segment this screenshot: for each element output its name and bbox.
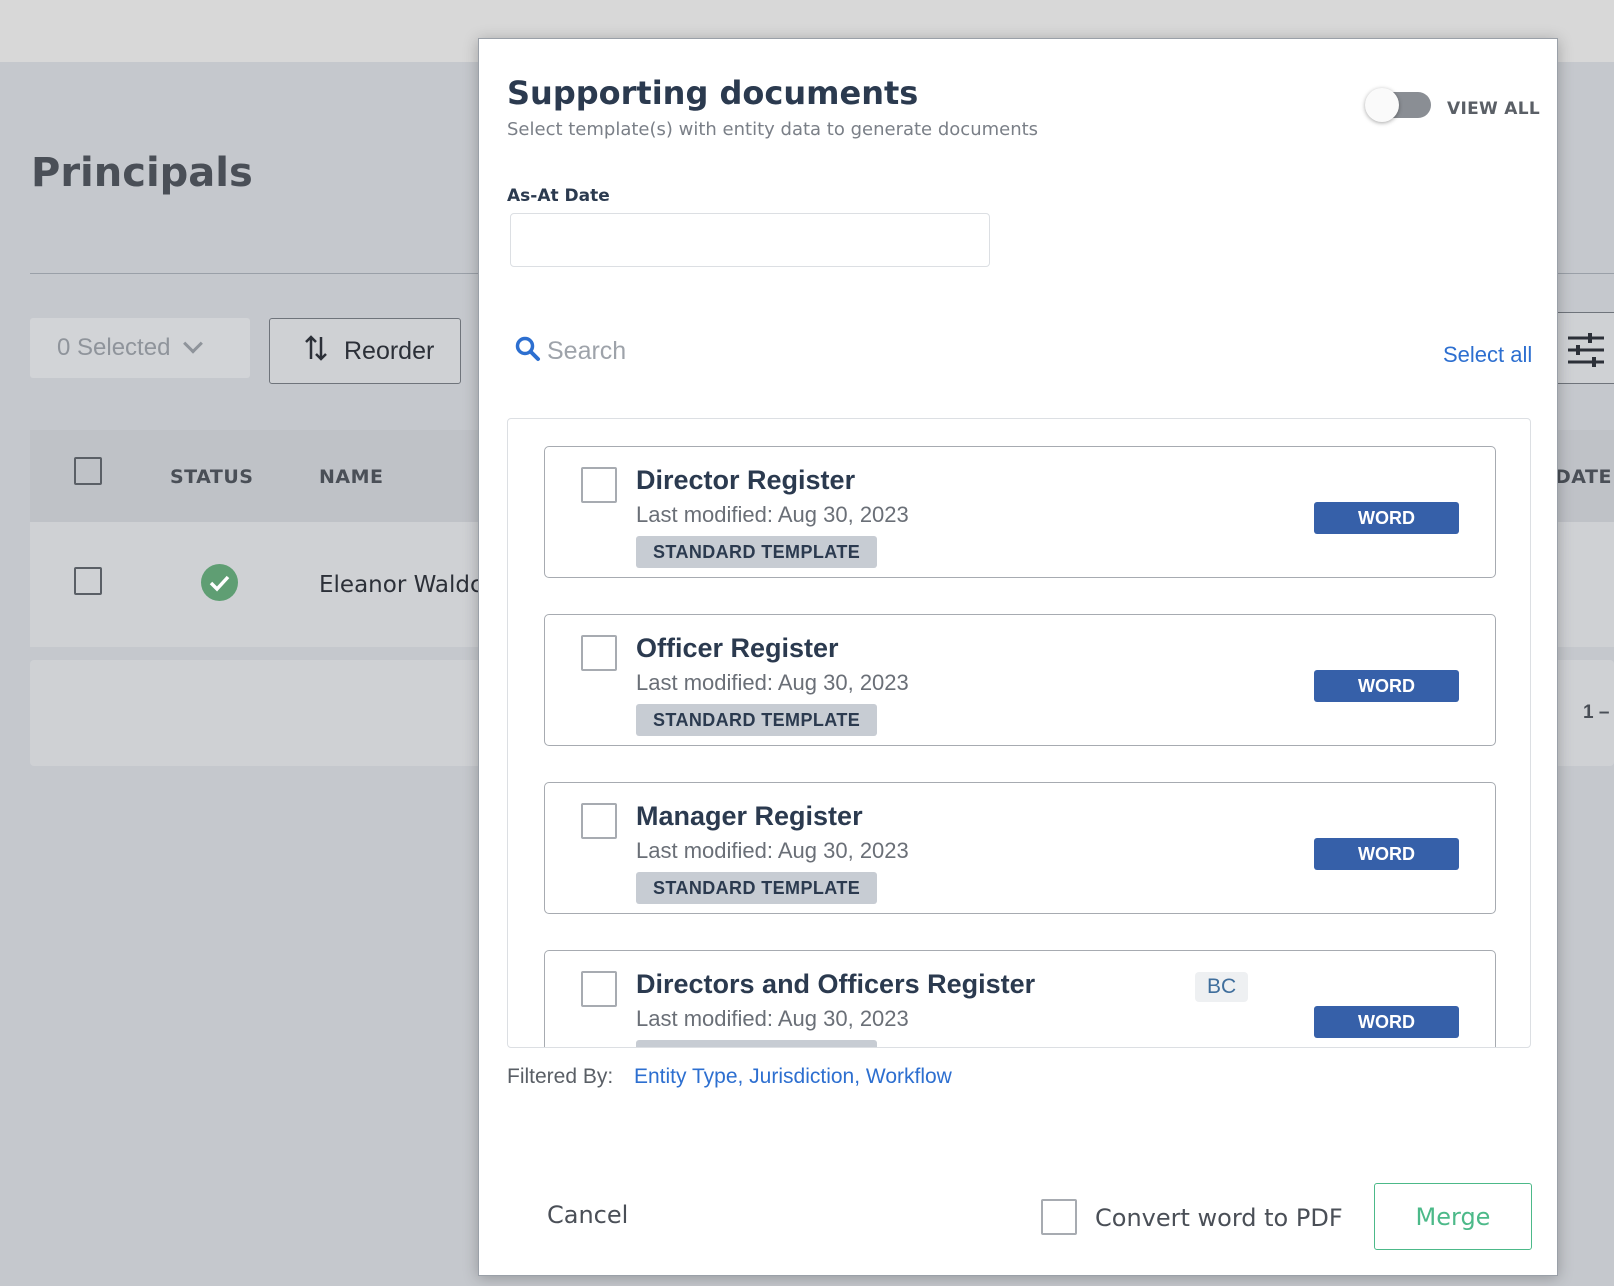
supporting-documents-dialog: Supporting documents Select template(s) … [478, 38, 1558, 1276]
format-badge: WORD [1314, 838, 1459, 870]
as-at-date-label: As-At Date [507, 186, 610, 206]
reorder-label: Reorder [344, 336, 435, 365]
view-all-label: VIEW ALL [1447, 99, 1540, 119]
template-tag: STANDARD TEMPLATE [636, 1040, 878, 1047]
document-checkbox[interactable] [581, 635, 617, 671]
document-card[interactable]: Manager Register Last modified: Aug 30, … [544, 782, 1496, 914]
document-checkbox[interactable] [581, 467, 617, 503]
document-card[interactable]: Officer Register Last modified: Aug 30, … [544, 614, 1496, 746]
filter-button[interactable] [1553, 312, 1614, 384]
document-modified: Last modified: Aug 30, 2023 [636, 502, 909, 527]
document-modified: Last modified: Aug 30, 2023 [636, 1006, 909, 1031]
dialog-subtitle: Select template(s) with entity data to g… [507, 119, 1039, 140]
column-header-status[interactable]: STATUS [170, 466, 253, 488]
document-title: Officer Register [636, 633, 839, 663]
select-all-rows-checkbox[interactable] [74, 457, 102, 485]
toggle-knob [1365, 88, 1399, 122]
filtered-by-label: Filtered By: [507, 1065, 614, 1088]
merge-button[interactable]: Merge [1374, 1183, 1532, 1250]
as-at-date-input[interactable] [510, 213, 990, 267]
column-header-name[interactable]: NAME [319, 466, 384, 488]
chevron-down-icon [183, 333, 204, 354]
search-input[interactable] [547, 337, 947, 366]
document-title: Directors and Officers Register [636, 969, 1036, 999]
document-title: Manager Register [636, 801, 863, 831]
jurisdiction-badge: BC [1195, 972, 1249, 1002]
convert-to-pdf-label: Convert word to PDF [1095, 1204, 1343, 1232]
check-circle-icon [201, 564, 238, 601]
cancel-button[interactable]: Cancel [547, 1201, 628, 1229]
selection-dropdown-label: 0 Selected [57, 334, 171, 361]
view-all-toggle[interactable] [1365, 88, 1431, 122]
document-checkbox[interactable] [581, 803, 617, 839]
document-checkbox[interactable] [581, 971, 617, 1007]
filtered-by-values[interactable]: Entity Type, Jurisdiction, Workflow [634, 1065, 952, 1089]
format-badge: WORD [1314, 502, 1459, 534]
selection-dropdown[interactable]: 0 Selected [30, 318, 250, 378]
template-tag: STANDARD TEMPLATE [636, 536, 878, 568]
document-title: Director Register [636, 465, 856, 495]
search-box [515, 336, 947, 367]
select-all-link[interactable]: Select all [1443, 342, 1532, 368]
row-checkbox[interactable] [74, 567, 102, 595]
sliders-icon [1566, 333, 1606, 372]
convert-to-pdf-checkbox[interactable] [1041, 1199, 1077, 1235]
pagination-range: 1 – [1583, 702, 1610, 723]
document-card[interactable]: Directors and Officers Register BC Last … [544, 950, 1496, 1047]
template-tag: STANDARD TEMPLATE [636, 872, 878, 904]
search-icon [515, 336, 541, 367]
format-badge: WORD [1314, 1006, 1459, 1038]
row-name[interactable]: Eleanor Waldc [319, 572, 483, 598]
document-modified: Last modified: Aug 30, 2023 [636, 670, 909, 695]
template-tag: STANDARD TEMPLATE [636, 704, 878, 736]
reorder-button[interactable]: Reorder [269, 318, 461, 384]
document-modified: Last modified: Aug 30, 2023 [636, 838, 909, 863]
column-header-date[interactable]: DATE [1555, 466, 1612, 488]
page-title: Principals [31, 150, 253, 196]
format-badge: WORD [1314, 670, 1459, 702]
dialog-title: Supporting documents [507, 74, 919, 112]
reorder-arrows-icon [304, 333, 328, 370]
document-card[interactable]: Director Register Last modified: Aug 30,… [544, 446, 1496, 578]
document-list: Director Register Last modified: Aug 30,… [507, 418, 1531, 1048]
